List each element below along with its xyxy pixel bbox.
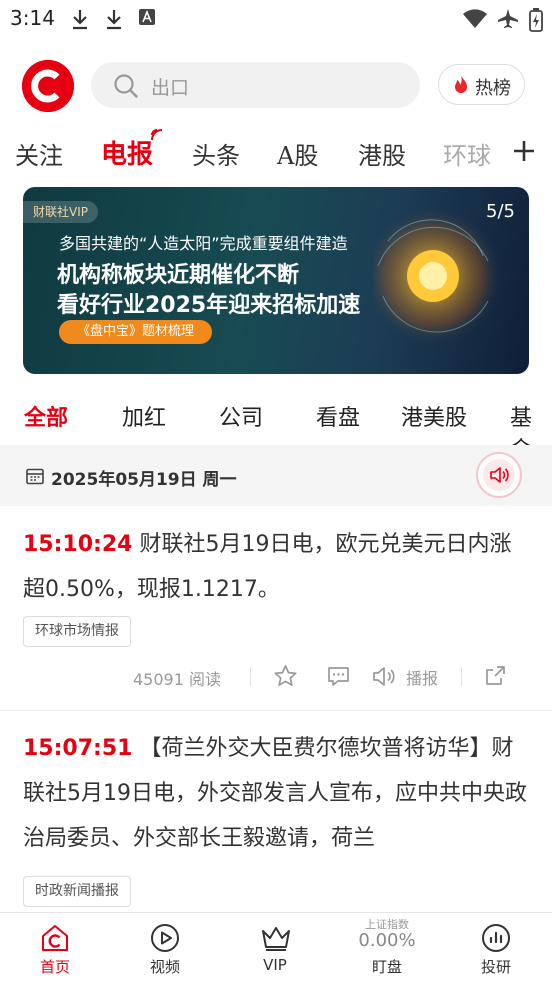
banner-subtitle: 多国共建的“人造太阳”完成重要组件建造 (59, 234, 348, 253)
search-input[interactable]: 出口 (91, 62, 420, 108)
bar-chart-circle-icon (482, 924, 510, 952)
nav-home[interactable]: 首页 (0, 913, 110, 983)
category-market-watch[interactable]: 看盘 (316, 400, 360, 432)
news-tag[interactable]: 时政新闻播报 (23, 876, 131, 907)
tab-global[interactable]: 环球 (443, 136, 491, 171)
banner-page-counter: 5/5 (486, 201, 515, 222)
tab-telegraph[interactable]: 电报 (101, 134, 153, 171)
search-icon (114, 74, 138, 98)
date-label: 2025年05月19日 周一 (51, 470, 237, 490)
add-channel-icon[interactable] (513, 140, 535, 162)
nav-market-label: 盯盘 (371, 958, 402, 976)
news-item[interactable]: 15:07:51 【荷兰外交大臣费尔德坎普将访华】财联社5月19日电，外交部发言… (0, 712, 552, 912)
nav-vip[interactable]: VIP (220, 913, 330, 983)
wifi-icon (463, 9, 487, 28)
tab-follow[interactable]: 关注 (15, 136, 63, 171)
flame-icon (455, 75, 467, 93)
category-company[interactable]: 公司 (219, 400, 263, 432)
status-bar: 3:14 (0, 0, 552, 40)
date-bar: 2025年05月19日 周一 (0, 445, 552, 506)
action-divider (250, 668, 251, 686)
font-app-icon (139, 9, 155, 25)
share-icon[interactable] (483, 664, 507, 688)
news-action-bar: 45091 阅读 播报 (0, 662, 552, 692)
comment-icon[interactable] (326, 664, 351, 689)
category-all[interactable]: 全部 (24, 400, 68, 432)
play-icon (151, 924, 179, 952)
calendar-icon (26, 468, 44, 485)
read-aloud-button[interactable] (476, 452, 522, 498)
banner-pill: 《盘中宝》题材梳理 (59, 320, 213, 344)
category-highlighted[interactable]: 加红 (122, 400, 166, 432)
news-body: 15:07:51 【荷兰外交大臣费尔德坎普将访华】财联社5月19日电，外交部发言… (23, 726, 529, 861)
news-time: 15:07:51 (23, 736, 133, 761)
airplane-icon (498, 9, 518, 28)
live-signal-icon (151, 129, 163, 141)
bottom-nav: 首页 视频 VIP 上证指数 0.00% 盯盘 投研 (0, 912, 552, 983)
news-time: 15:10:24 (23, 532, 133, 557)
nav-video[interactable]: 视频 (110, 913, 220, 983)
nav-market[interactable]: 上证指数 0.00% 盯盘 (332, 913, 442, 983)
banner-title-line2: 看好行业2025年迎来招标加速 (57, 293, 361, 318)
action-divider (461, 668, 462, 686)
promo-banner[interactable]: 财联社VIP 5/5 多国共建的“人造太阳”完成重要组件建造 机构称板块近期催化… (23, 187, 529, 374)
speaker-icon (490, 467, 509, 483)
news-item[interactable]: 15:10:24 财联社5月19日电，欧元兑美元日内涨超0.50%，现报1.12… (0, 506, 552, 711)
category-hk-us-stocks[interactable]: 港美股 (401, 400, 467, 432)
index-value: 0.00% (358, 930, 416, 951)
broadcast-label[interactable]: 播报 (406, 665, 438, 689)
crown-icon (262, 927, 290, 951)
home-icon (42, 925, 68, 951)
nav-research[interactable]: 投研 (441, 913, 551, 983)
tab-headlines[interactable]: 头条 (192, 136, 240, 171)
read-aloud-button-inner (483, 459, 515, 491)
hot-list-label: 热榜 (475, 78, 511, 99)
tab-hk-stocks[interactable]: 港股 (358, 136, 406, 171)
nav-research-label: 投研 (480, 958, 511, 976)
nav-video-label: 视频 (149, 958, 180, 976)
artificial-sun-illustration (373, 206, 503, 346)
app-logo[interactable] (22, 60, 74, 112)
news-body: 15:10:24 财联社5月19日电，欧元兑美元日内涨超0.50%，现报1.12… (23, 522, 529, 612)
cls-logo-icon (22, 60, 74, 112)
hot-list-button[interactable]: 热榜 (438, 64, 525, 105)
nav-vip-label: VIP (263, 956, 287, 974)
read-count: 45091 阅读 (133, 670, 221, 689)
download-icon (73, 10, 87, 30)
search-placeholder: 出口 (151, 77, 190, 99)
banner-vip-badge: 财联社VIP (23, 201, 98, 223)
download-icon (107, 10, 121, 30)
battery-icon (529, 8, 543, 32)
news-separator (0, 710, 552, 711)
tab-a-shares[interactable]: A股 (277, 136, 318, 171)
broadcast-speaker-icon[interactable] (372, 664, 398, 689)
status-time: 3:14 (10, 6, 55, 30)
news-tag[interactable]: 环球市场情报 (23, 616, 131, 647)
star-icon[interactable] (273, 664, 298, 689)
banner-title-line1: 机构称板块近期催化不断 (57, 263, 300, 288)
nav-home-label: 首页 (39, 958, 70, 976)
